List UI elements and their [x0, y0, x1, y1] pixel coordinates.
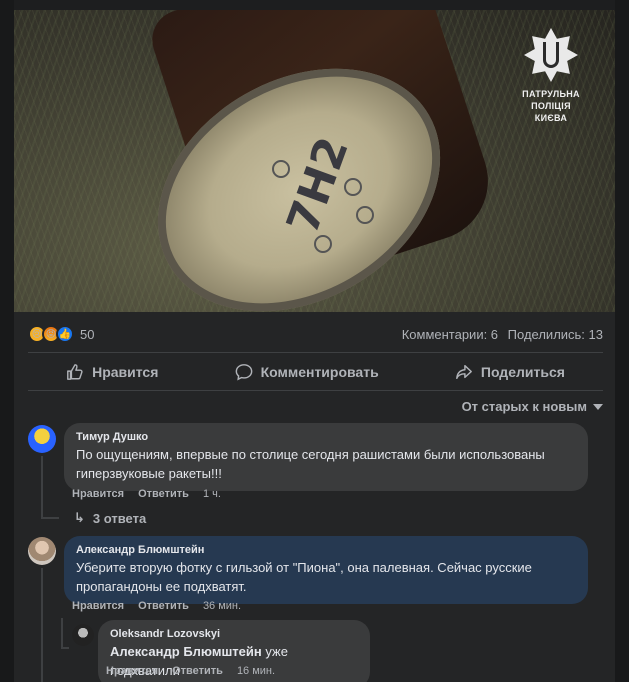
avatar[interactable]: [72, 624, 94, 646]
comment-icon: [235, 364, 252, 381]
police-logo: ПАТРУЛЬНА ПОЛІЦІЯ КИЄВА: [501, 28, 601, 124]
shares-count[interactable]: Поделились: 13: [508, 327, 603, 342]
like-button[interactable]: Нравится: [66, 363, 158, 381]
comment-like-link[interactable]: Нравится: [72, 488, 124, 500]
comment-meta: Нравится Ответить 1 ч.: [72, 488, 221, 500]
post-stats: Комментарии: 6 Поделились: 13: [396, 327, 603, 342]
stamp-mark: [314, 235, 332, 253]
comment-sort-dropdown[interactable]: От старых к новым: [462, 399, 603, 414]
comment-like-link[interactable]: Нравится: [72, 600, 124, 612]
post-actions: Нравится Комментировать Поделиться: [28, 356, 603, 388]
comment-reply-link[interactable]: Ответить: [138, 488, 189, 500]
stamp-mark: [344, 178, 362, 196]
stamp-mark: [356, 206, 374, 224]
comment-label: Комментировать: [260, 364, 379, 380]
post-photo[interactable]: 7Н2 ПАТРУЛЬНА ПОЛІЦІЯ КИЄВА: [14, 10, 615, 312]
photo-top-edge: [14, 0, 615, 10]
sort-label: От старых к новым: [461, 399, 587, 414]
chevron-down-icon: [593, 403, 603, 410]
thread-line: [41, 568, 43, 682]
thread-line: [41, 517, 59, 519]
comment-time[interactable]: 1 ч.: [203, 488, 221, 500]
reply-arrow-icon: ↳: [74, 510, 85, 525]
thread-line: [41, 456, 43, 518]
avatar[interactable]: [28, 537, 56, 565]
avatar[interactable]: [28, 425, 56, 453]
comment-bubble: Александр Блюмштейн Уберите вторую фотку…: [64, 536, 588, 604]
comment-time[interactable]: 36 мин.: [203, 600, 241, 612]
comment-text: Уберите вторую фотку с гильзой от "Пиона…: [76, 560, 532, 594]
view-replies-link[interactable]: ↳ 3 ответа: [74, 510, 146, 526]
share-button[interactable]: Поделиться: [455, 363, 565, 381]
reply-like-link[interactable]: Нравится: [106, 665, 158, 677]
like-label: Нравится: [92, 364, 159, 380]
comment-button[interactable]: Комментировать: [235, 363, 379, 381]
thumbs-up-icon: [67, 364, 83, 380]
comment-reply-link[interactable]: Ответить: [138, 600, 189, 612]
logo-text-line1: ПАТРУЛЬНА ПОЛІЦІЯ: [522, 89, 580, 111]
share-icon: [455, 364, 472, 380]
share-label: Поделиться: [480, 364, 565, 380]
reaction-count[interactable]: 50: [80, 327, 94, 342]
police-star-icon: [524, 28, 578, 82]
thread-line: [61, 618, 63, 648]
page-background-right: [615, 0, 629, 682]
mention-link[interactable]: Александр Блюмштейн: [110, 644, 262, 659]
comment-text: По ощущениям, впервые по столице сегодня…: [76, 447, 545, 481]
page-background-left: [0, 0, 14, 682]
thread-line: [61, 647, 69, 649]
trident-icon: [543, 42, 559, 68]
divider: [28, 352, 603, 353]
logo-text-line2: КИЄВА: [534, 113, 568, 123]
logo-text: ПАТРУЛЬНА ПОЛІЦІЯ КИЄВА: [501, 88, 601, 124]
stamp-mark: [272, 160, 290, 178]
reactions-summary: 😢 😡 👍 50 Комментарии: 6 Поделились: 13: [28, 322, 603, 346]
reaction-icons[interactable]: 😢 😡 👍 50: [28, 325, 94, 343]
reply-time[interactable]: 16 мин.: [237, 665, 275, 677]
like-reaction-icon: 👍: [56, 325, 74, 343]
replies-count-label: 3 ответа: [92, 510, 147, 526]
reply-meta: Нравится Ответить 16 мин.: [106, 665, 275, 677]
divider: [28, 390, 603, 391]
reply-author[interactable]: Oleksandr Lozovskyi: [110, 627, 358, 641]
comment-author[interactable]: Александр Блюмштейн: [76, 543, 576, 557]
comment-author[interactable]: Тимур Душко: [76, 430, 576, 444]
comments-count[interactable]: Комментарии: 6: [402, 327, 498, 342]
comment-meta: Нравится Ответить 36 мин.: [72, 600, 241, 612]
reply-reply-link[interactable]: Ответить: [172, 665, 223, 677]
post-card: 7Н2 ПАТРУЛЬНА ПОЛІЦІЯ КИЄВА 😢 😡 👍 50 Ком…: [14, 0, 615, 682]
comment-bubble: Тимур Душко По ощущениям, впервые по сто…: [64, 423, 588, 491]
